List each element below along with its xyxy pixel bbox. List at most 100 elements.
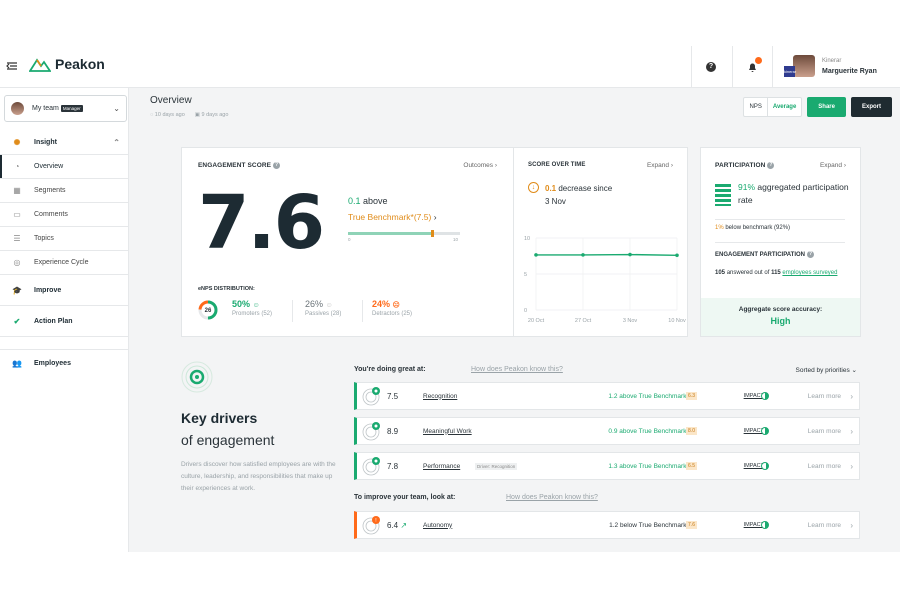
arrow-down-icon: ↓: [528, 182, 539, 193]
collapse-menu-icon[interactable]: [6, 60, 20, 74]
neutral-face-icon: ☺: [325, 302, 333, 309]
survey-date-label: 9 days ago: [201, 112, 229, 118]
engagement-score-card: ENGAGEMENT SCORE? Outcomes › 7.6 0.1 abo…: [181, 147, 514, 337]
driver-name[interactable]: Meaningful Work: [423, 428, 472, 435]
peakon-logo[interactable]: Peakon: [29, 56, 105, 72]
avatar[interactable]: [793, 55, 815, 77]
notification-badge: [755, 57, 762, 64]
delta-value: 0.1: [348, 196, 361, 206]
sidebar-item-label: Action Plan: [34, 317, 73, 325]
expand-link[interactable]: Expand ›: [820, 162, 846, 169]
driver-name[interactable]: Performance: [423, 463, 460, 470]
help-icon[interactable]: ?: [706, 62, 716, 72]
sidebar-item-segments[interactable]: ▦ Segments: [0, 179, 128, 202]
brand-name: Peakon: [55, 56, 105, 72]
manager-tag: Manager: [60, 105, 83, 112]
sidebar-item-comments[interactable]: ▭ Comments: [0, 203, 128, 226]
passives-pct: 26%: [305, 299, 324, 309]
average-option[interactable]: Average: [766, 98, 801, 116]
nps-option[interactable]: NPS: [744, 104, 766, 110]
chevron-right-icon: ›: [850, 461, 853, 471]
driver-gauge-icon: !: [362, 516, 380, 535]
below-pct: 1%: [715, 225, 724, 231]
x-tick-label: 10 Nov: [668, 318, 686, 324]
export-button[interactable]: Export: [850, 97, 892, 117]
participation-rate: 91% aggregated participation rate: [738, 181, 858, 207]
chevron-down-icon: ⌄: [113, 104, 120, 113]
driver-score-value: 6.4: [387, 520, 399, 530]
score-over-time-card: SCORE OVER TIME Expand › ↓ 0.1 decrease …: [513, 147, 688, 337]
share-button[interactable]: Share: [807, 97, 846, 117]
promoters-label: Promoters (52): [232, 311, 273, 317]
team-avatar: [11, 102, 24, 115]
ep-total: 115: [771, 270, 781, 276]
series-line: [536, 253, 678, 256]
sidebar-item-improve[interactable]: 🎓 Improve: [0, 275, 128, 305]
benchmark-label: True Benchmark*(7.5): [348, 212, 432, 222]
driver-name[interactable]: Recognition: [423, 393, 457, 400]
sort-dropdown[interactable]: Sorted by priorities ⌄: [796, 366, 857, 374]
y-tick-label: 0: [524, 308, 527, 314]
team-selector[interactable]: My team Manager ⌄: [4, 95, 127, 122]
driver-gauge-icon: [362, 457, 380, 476]
engagement-score: 7.6: [198, 180, 325, 266]
x-tick-label: 27 Oct: [575, 318, 592, 324]
help-icon[interactable]: ?: [807, 251, 814, 258]
key-drivers-title: Key drivers: [181, 410, 258, 426]
nps-average-toggle[interactable]: NPS Average: [743, 97, 803, 117]
data-point[interactable]: [581, 253, 585, 257]
help-icon[interactable]: ?: [273, 162, 281, 169]
benchmark-delta: 0.1 above: [348, 196, 388, 206]
driver-gauge-icon: [362, 422, 380, 441]
page-title: Overview: [150, 95, 192, 106]
employees-surveyed-link[interactable]: employees surveyed: [782, 270, 837, 276]
benchmark-link[interactable]: True Benchmark*(7.5) ›: [348, 212, 437, 222]
engagement-participation-text: 105 answered out of 115 employees survey…: [715, 268, 855, 279]
sidebar-item-topics[interactable]: ☰ Topics: [0, 227, 128, 250]
data-point[interactable]: [675, 253, 679, 258]
data-point[interactable]: [628, 252, 632, 257]
help-icon[interactable]: ?: [767, 162, 775, 169]
svg-text:!: !: [375, 518, 376, 524]
driver-name[interactable]: Autonomy: [423, 522, 452, 529]
sidebar-item-insight[interactable]: ✺ Insight ⌃: [0, 131, 128, 154]
data-point[interactable]: [534, 253, 538, 257]
top-whitespace: [0, 0, 900, 46]
sidebar-item-action-plan[interactable]: ✔ Action Plan: [0, 306, 128, 336]
driver-row-meaningful-work[interactable]: 8.9 Meaningful Work 0.9 above True Bench…: [354, 417, 860, 445]
toolbar: NPS Average Share Export: [743, 97, 892, 117]
score-line-chart: 10 5 020 Oct 27 Oct 3 Nov 10 Nov: [524, 236, 686, 324]
sidebar-item-overview[interactable]: ◔ Overview: [0, 155, 128, 178]
benchmark-marker: [431, 230, 434, 237]
sidebar-item-label: Overview: [34, 163, 64, 170]
how-peakon-knows-link[interactable]: How does Peakon know this?: [471, 366, 563, 373]
chevron-down-icon: ⌄: [851, 367, 857, 374]
sidebar-item-employees[interactable]: 👥 Employees: [0, 350, 128, 376]
trend-delta: 0.1: [545, 184, 557, 193]
driver-row-autonomy[interactable]: ! 6.4 ↗ Autonomy 1.2 below True Benchmar…: [354, 511, 860, 539]
engagement-participation-title: ENGAGEMENT PARTICIPATION?: [715, 251, 814, 258]
page-meta: ◌ 10 days ago ▣ 9 days ago: [150, 112, 228, 118]
driver-row-recognition[interactable]: 7.5 Recognition 1.2 above True Benchmark…: [354, 382, 860, 410]
sidebar-nav: ✺ Insight ⌃ ◔ Overview ▦ Segments ▭ Comm…: [0, 131, 128, 376]
driver-row-performance[interactable]: 7.8 Performance Driver: Recognition 1.3 …: [354, 452, 860, 480]
happy-face-icon: ☺: [252, 302, 260, 309]
updated-label: 10 days ago: [154, 112, 185, 118]
how-peakon-knows-link[interactable]: How does Peakon know this?: [506, 494, 598, 501]
learn-more-link[interactable]: Learn more: [808, 463, 841, 470]
participation-text: aggregated participation rate: [738, 182, 849, 205]
sort-label: Sorted by priorities: [795, 367, 850, 374]
learn-more-link[interactable]: Learn more: [808, 393, 841, 400]
learn-more-link[interactable]: Learn more: [808, 428, 841, 435]
key-drivers-description: Drivers discover how satisfied employees…: [181, 461, 336, 492]
ep-title-label: ENGAGEMENT PARTICIPATION: [715, 252, 805, 259]
user-name[interactable]: Marguerite Ryan: [822, 68, 877, 75]
team-label: My team: [32, 105, 59, 112]
bar-max-label: 10: [453, 237, 459, 242]
outcomes-link[interactable]: Outcomes ›: [463, 162, 497, 169]
expand-link[interactable]: Expand ›: [647, 162, 673, 169]
employees-icon: 👥: [12, 358, 22, 368]
divider: [691, 46, 692, 88]
learn-more-link[interactable]: Learn more: [808, 522, 841, 529]
sidebar-item-experience-cycle[interactable]: ◎ Experience Cycle: [0, 251, 128, 274]
